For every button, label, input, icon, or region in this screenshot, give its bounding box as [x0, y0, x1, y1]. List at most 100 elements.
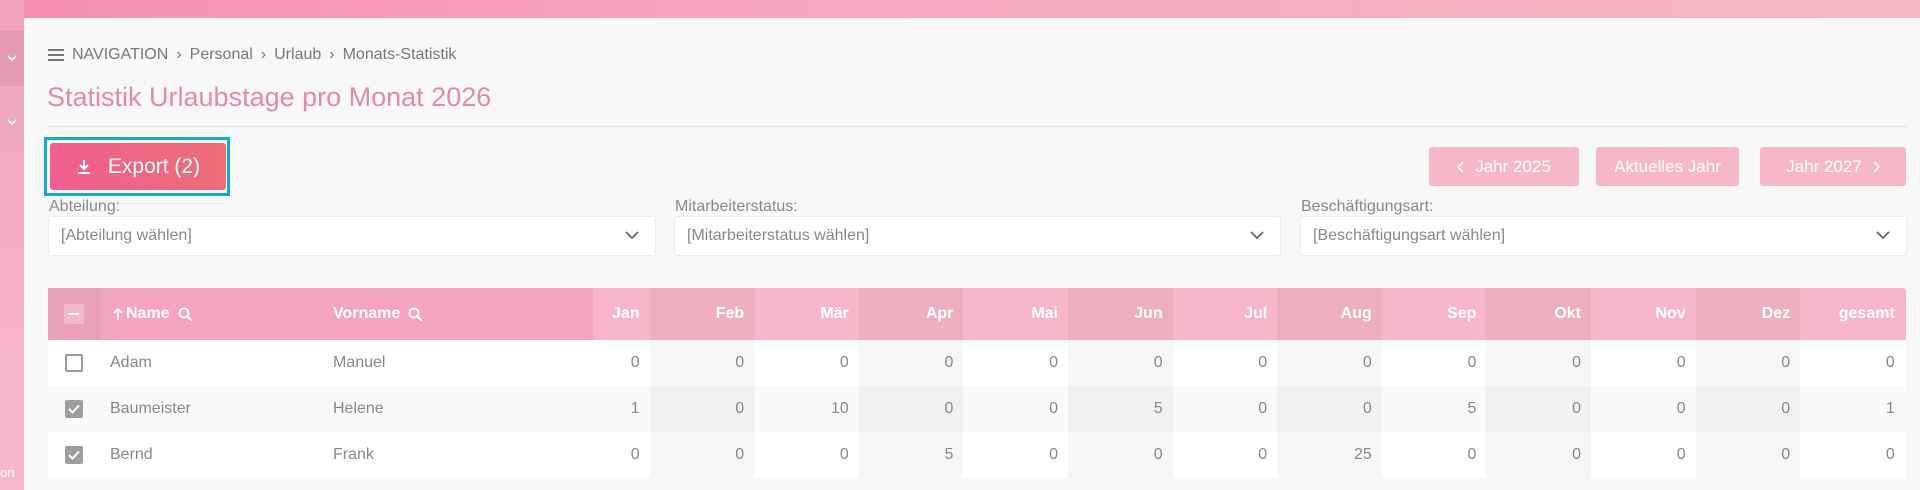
header-month-8[interactable]: Sep	[1382, 288, 1487, 340]
breadcrumb-item[interactable]: Urlaub	[274, 46, 321, 64]
breadcrumb-item[interactable]: NAVIGATION	[72, 46, 168, 64]
cell-month-value: 0	[1676, 446, 1686, 463]
cell-month-value: 0	[1467, 446, 1477, 463]
abteilung-placeholder: [Abteilung wählen]	[61, 227, 192, 244]
chevron-down-icon	[1250, 231, 1264, 240]
header-vorname-label: Vorname	[333, 305, 401, 322]
cell-month-value: 0	[1467, 354, 1477, 371]
header-vorname[interactable]: Vorname	[333, 288, 423, 340]
header-month-11[interactable]: Dez	[1696, 288, 1801, 340]
header-month-10[interactable]: Nov	[1591, 288, 1696, 340]
export-button[interactable]: Export (2)	[50, 143, 226, 190]
chevron-down-icon	[7, 119, 17, 126]
sidebar-toggle-2[interactable]	[0, 94, 24, 150]
cell-month-value: 0	[1486, 386, 1591, 432]
page-title: Statistik Urlaubstage pro Monat 2026	[47, 82, 492, 112]
header-month-12[interactable]: gesamt	[1800, 288, 1905, 340]
cell-month-value: 0	[1068, 340, 1173, 386]
header-month-0[interactable]: Jan	[545, 288, 650, 340]
sidebar-toggle-1[interactable]	[0, 30, 24, 86]
cell-month-value: 0	[1885, 354, 1895, 371]
cell-vorname: Helene	[333, 400, 384, 417]
cell-name: Adam	[110, 354, 152, 371]
header-month-6[interactable]: Jul	[1173, 288, 1278, 340]
abteilung-select[interactable]: [Abteilung wählen]	[48, 216, 656, 256]
cell-month-value: 0	[1696, 432, 1801, 478]
cell-month-value: 0	[630, 354, 640, 371]
cell-month-value: 0	[1486, 432, 1591, 478]
cell-month-value: 0	[1049, 446, 1058, 463]
checkbox-checked	[65, 446, 83, 464]
sidebar-text-fragment: on	[0, 465, 15, 480]
cell-month-value: 0	[839, 446, 849, 463]
mitarbeiterstatus-select[interactable]: [Mitarbeiterstatus wählen]	[674, 216, 1281, 256]
top-bar	[0, 0, 1920, 18]
header-month-4[interactable]: Mai	[963, 288, 1068, 340]
chevron-left-icon	[1457, 160, 1464, 173]
menu-icon[interactable]	[48, 49, 64, 61]
cell-month-value: 0	[650, 386, 755, 432]
select-all-checkbox[interactable]	[48, 288, 100, 340]
header-month-7[interactable]: Aug	[1277, 288, 1382, 340]
breadcrumb-item[interactable]: Personal	[190, 46, 253, 64]
cell-month-value: 0	[1885, 446, 1895, 463]
cell-month-value: 0	[1049, 400, 1058, 417]
table-row[interactable]: Adam Manuel 0 0 0 0 0 0 0 0 0 0 0 0 0	[48, 340, 1906, 386]
beschaeftigungsart-select[interactable]: [Beschäftigungsart wählen]	[1300, 216, 1907, 256]
statistics-table: Name Vorname Jan Feb Mär Apr Mai Jun Jul Aug Sep…	[48, 288, 1906, 478]
chevron-right-icon: ›	[176, 46, 182, 63]
search-icon[interactable]	[408, 307, 423, 322]
header-month-9[interactable]: Okt	[1486, 288, 1591, 340]
cell-month-value: 0	[1277, 386, 1382, 432]
header-month-2[interactable]: Mär	[754, 288, 859, 340]
table-body: Adam Manuel 0 0 0 0 0 0 0 0 0 0 0 0 0 Baumeister Helene 1…	[48, 340, 1906, 478]
table-row[interactable]: Bernd Frank 0 0 0 5 0 0 0 25 0 0 0 0 0	[48, 432, 1906, 478]
sidebar: on	[0, 0, 24, 490]
row-checkbox[interactable]	[48, 432, 100, 478]
chevron-right-icon	[1873, 160, 1880, 173]
cell-month-value: 25	[1277, 432, 1382, 478]
prev-year-label: Jahr 2025	[1475, 156, 1551, 176]
current-year-label: Aktuelles Jahr	[1614, 156, 1721, 176]
cell-month-value: 0	[1696, 386, 1801, 432]
chevron-right-icon: ›	[329, 46, 335, 63]
filter-label-abteilung: Abteilung:	[49, 198, 121, 215]
chevron-down-icon	[1876, 231, 1890, 240]
header-month-5[interactable]: Jun	[1068, 288, 1173, 340]
next-year-button[interactable]: Jahr 2027	[1760, 147, 1906, 186]
filter-label-beschaeftigungsart: Beschäftigungsart:	[1301, 198, 1434, 215]
search-icon[interactable]	[178, 307, 193, 322]
cell-month-value: 0	[1258, 446, 1268, 463]
chevron-down-icon	[7, 55, 17, 62]
beschaeftigungsart-placeholder: [Beschäftigungsart wählen]	[1313, 227, 1506, 244]
header-name[interactable]: Name	[112, 288, 193, 340]
current-year-button[interactable]: Aktuelles Jahr	[1596, 147, 1739, 186]
cell-vorname: Frank	[333, 446, 374, 463]
cell-month-value: 0	[859, 340, 964, 386]
header-month-3[interactable]: Apr	[859, 288, 964, 340]
cell-month-value: 10	[830, 400, 849, 417]
cell-month-value: 0	[630, 446, 640, 463]
header-month-1[interactable]: Feb	[650, 288, 755, 340]
download-icon	[77, 159, 90, 174]
cell-month-value: 0	[1258, 354, 1268, 371]
cell-month-value: 0	[1049, 354, 1058, 371]
cell-month-value: 1	[630, 400, 640, 417]
cell-month-value: 0	[1068, 432, 1173, 478]
cell-name: Bernd	[110, 446, 153, 463]
cell-month-value: 0	[839, 354, 849, 371]
cell-month-value: 5	[859, 432, 964, 478]
breadcrumb-item: Monats-Statistik	[342, 46, 457, 63]
row-checkbox[interactable]	[48, 386, 100, 432]
cell-month-value: 0	[650, 432, 755, 478]
cell-month-value: 5	[1068, 386, 1173, 432]
checkbox-unchecked	[65, 354, 83, 372]
cell-month-value: 0	[1696, 340, 1801, 386]
cell-month-value: 0	[1676, 400, 1686, 417]
next-year-label: Jahr 2027	[1786, 156, 1862, 176]
table-row[interactable]: Baumeister Helene 1 0 10 0 0 5 0 0 5 0 0 0 1	[48, 386, 1906, 432]
cell-month-value: 0	[1486, 340, 1591, 386]
cell-month-value: 0	[1676, 354, 1686, 371]
prev-year-button[interactable]: Jahr 2025	[1429, 147, 1579, 186]
row-checkbox[interactable]	[48, 340, 100, 386]
